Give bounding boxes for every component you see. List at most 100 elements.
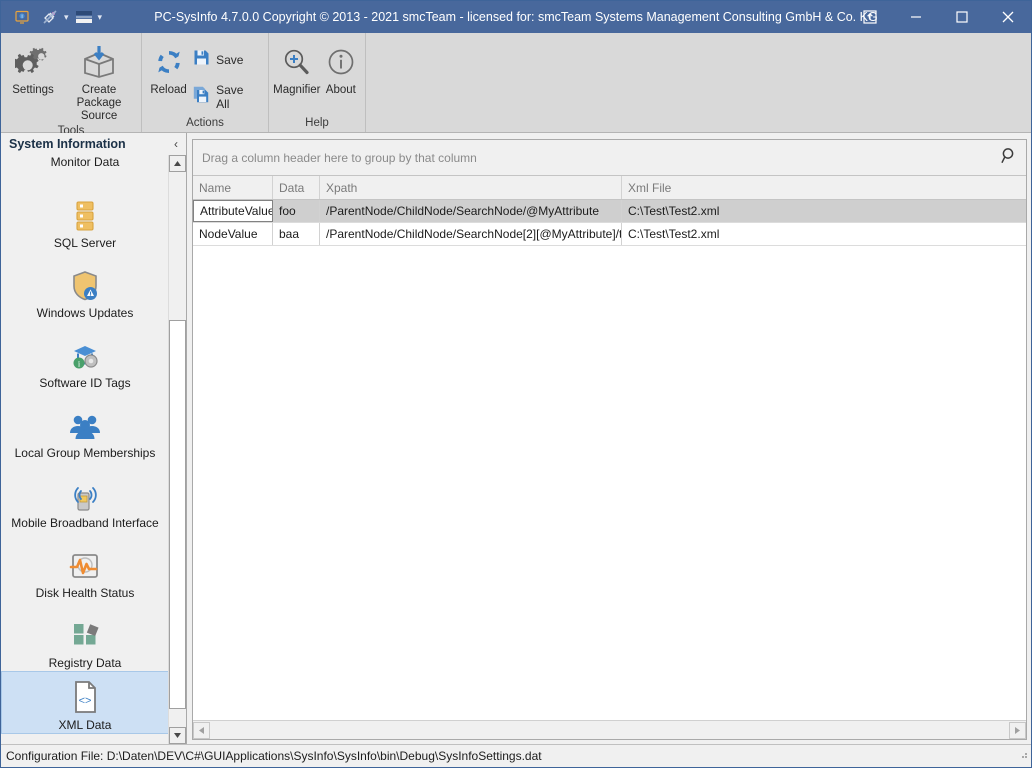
minimize-button[interactable] xyxy=(893,1,939,33)
scroll-right-arrow-icon[interactable] xyxy=(1009,721,1026,739)
resize-grip-icon[interactable] xyxy=(1016,746,1028,764)
table-row[interactable]: AttributeValue foo /ParentNode/ChildNode… xyxy=(193,200,1026,223)
local-group-memberships-icon xyxy=(67,403,103,443)
grid-rows: AttributeValue foo /ParentNode/ChildNode… xyxy=(193,200,1026,720)
column-header-name[interactable]: Name xyxy=(193,176,273,199)
sidebar-item-label: Disk Health Status xyxy=(35,586,135,600)
column-header-xmlfile[interactable]: Xml File xyxy=(622,176,1026,199)
sidebar-item-label: Windows Updates xyxy=(36,306,134,320)
layout-tool-icon[interactable] xyxy=(71,5,97,29)
layout-tool-dropdown[interactable]: ▾ xyxy=(71,5,103,29)
info-icon xyxy=(326,42,356,82)
save-all-button[interactable]: Save All xyxy=(191,81,264,113)
sidebar-item-windows-updates[interactable]: Windows Updates xyxy=(1,251,169,321)
magnifier-button[interactable]: Magnifier xyxy=(273,38,321,97)
settings-button[interactable]: Settings xyxy=(5,38,61,97)
svg-text:<>: <> xyxy=(79,695,92,707)
maximize-button[interactable] xyxy=(939,1,985,33)
save-button[interactable]: Save xyxy=(191,47,264,73)
sidebar-vertical-scrollbar[interactable] xyxy=(168,155,186,744)
ribbon-display-options-button[interactable] xyxy=(847,1,893,33)
cell-name[interactable]: AttributeValue xyxy=(193,200,273,222)
windows-updates-icon xyxy=(69,263,101,303)
cell-xmlfile[interactable]: C:\Test\Test2.xml xyxy=(622,223,1026,245)
about-button[interactable]: About xyxy=(321,38,361,97)
sidebar-item-registry-data[interactable]: Registry Data xyxy=(1,601,169,671)
sidebar-item-label: Software ID Tags xyxy=(39,376,131,390)
sidebar-item-sql-server[interactable]: SQL Server xyxy=(1,181,169,251)
sidebar-item-disk-health-status[interactable]: Disk Health Status xyxy=(1,531,169,601)
ribbon-toolbar: Settings Create Package Source Tools Rel… xyxy=(1,33,1031,137)
application-window: i ▾ ▾ PC-SysInfo 4.7.0.0 Copyright © 201… xyxy=(0,0,1032,768)
sidebar-item-label: SQL Server xyxy=(53,236,117,250)
ribbon-group-actions-label: Actions xyxy=(186,117,224,129)
cell-xpath[interactable]: /ParentNode/ChildNode/SearchNode[2][@MyA… xyxy=(320,223,622,245)
content-area: Drag a column header here to group by th… xyxy=(187,133,1031,744)
svg-text:i: i xyxy=(21,14,22,20)
reload-label: Reload xyxy=(150,84,187,96)
grid-hscroll-track[interactable] xyxy=(210,722,1009,739)
cell-name[interactable]: NodeValue xyxy=(193,223,273,245)
scroll-left-arrow-icon[interactable] xyxy=(193,721,210,739)
close-button[interactable] xyxy=(985,1,1031,33)
sidebar-item-label: Registry Data xyxy=(48,656,122,670)
column-header-data[interactable]: Data xyxy=(273,176,320,199)
sidebar-item-list: Monitor Data SQL Server Windows Updates … xyxy=(1,155,186,744)
disk-health-icon xyxy=(68,543,102,583)
disabled-tool-dropdown[interactable]: ▾ xyxy=(37,5,69,29)
sidebar-item-software-id-tags[interactable]: i Software ID Tags xyxy=(1,321,169,391)
sidebar-item-monitor-data[interactable]: Monitor Data xyxy=(1,155,169,181)
group-by-panel[interactable]: Drag a column header here to group by th… xyxy=(193,140,1026,176)
grid-horizontal-scrollbar[interactable] xyxy=(193,720,1026,739)
sidebar-item-mobile-broadband-interface[interactable]: Mobile Broadband Interface xyxy=(1,461,169,531)
grid-header-row: Name Data Xpath Xml File xyxy=(193,176,1026,200)
save-label: Save xyxy=(216,53,244,67)
status-text: Configuration File: D:\Daten\DEV\C#\GUIA… xyxy=(6,749,542,763)
sidebar-scroll-area: Monitor Data SQL Server Windows Updates … xyxy=(1,155,186,744)
search-icon[interactable] xyxy=(1001,147,1018,169)
table-row[interactable]: NodeValue baa /ParentNode/ChildNode/Sear… xyxy=(193,223,1026,246)
sidebar-scroll-thumb[interactable] xyxy=(169,320,186,709)
gears-icon xyxy=(15,42,51,82)
quick-access-toolbar: i ▾ ▾ xyxy=(1,5,102,29)
disabled-tool-icon[interactable] xyxy=(37,5,63,29)
sidebar-collapse-button[interactable]: ‹ xyxy=(174,137,182,151)
reload-button[interactable]: Reload xyxy=(146,38,191,97)
ribbon-group-help-label: Help xyxy=(305,117,329,129)
magnifier-icon xyxy=(281,42,313,82)
sidebar-item-local-group-memberships[interactable]: Local Group Memberships xyxy=(1,391,169,461)
sidebar-item-label: Local Group Memberships xyxy=(14,446,156,460)
sidebar-item-label: Monitor Data xyxy=(50,155,120,169)
xml-data-icon: <> xyxy=(70,675,100,715)
cell-data[interactable]: baa xyxy=(273,223,320,245)
ribbon-group-tools: Settings Create Package Source Tools xyxy=(1,33,142,137)
create-package-source-button[interactable]: Create Package Source xyxy=(61,38,137,123)
chevron-down-icon: ▾ xyxy=(64,11,69,22)
sidebar-scroll-track[interactable] xyxy=(169,172,186,727)
cell-xpath[interactable]: /ParentNode/ChildNode/SearchNode/@MyAttr… xyxy=(320,200,622,222)
registry-data-icon xyxy=(68,613,102,653)
ribbon-group-actions: Reload Save Save All Actions xyxy=(142,33,269,132)
sql-server-icon xyxy=(70,193,100,233)
cell-xmlfile[interactable]: C:\Test\Test2.xml xyxy=(622,200,1026,222)
sidebar-item-label: XML Data xyxy=(58,718,112,732)
window-controls xyxy=(847,1,1031,33)
sidebar-item-xml-data[interactable]: <> XML Data xyxy=(1,671,169,734)
sidebar-item-label: Mobile Broadband Interface xyxy=(11,516,159,530)
scroll-down-arrow-icon[interactable] xyxy=(169,727,186,744)
reload-icon xyxy=(154,42,184,82)
chevron-down-icon: ▾ xyxy=(97,11,103,22)
scroll-up-arrow-icon[interactable] xyxy=(169,155,186,172)
save-all-icon xyxy=(193,86,210,108)
group-by-hint: Drag a column header here to group by th… xyxy=(202,150,477,165)
about-label: About xyxy=(325,84,356,96)
app-icon[interactable]: i xyxy=(9,5,35,29)
settings-label: Settings xyxy=(12,84,54,96)
cell-data[interactable]: foo xyxy=(273,200,320,222)
main-body: System Information ‹ Monitor Data SQL Se… xyxy=(1,133,1031,744)
save-icon xyxy=(193,49,210,71)
ribbon-group-help: Magnifier About Help xyxy=(269,33,366,132)
sidebar-header: System Information ‹ xyxy=(1,133,186,155)
status-bar: Configuration File: D:\Daten\DEV\C#\GUIA… xyxy=(1,744,1031,767)
column-header-xpath[interactable]: Xpath xyxy=(320,176,622,199)
